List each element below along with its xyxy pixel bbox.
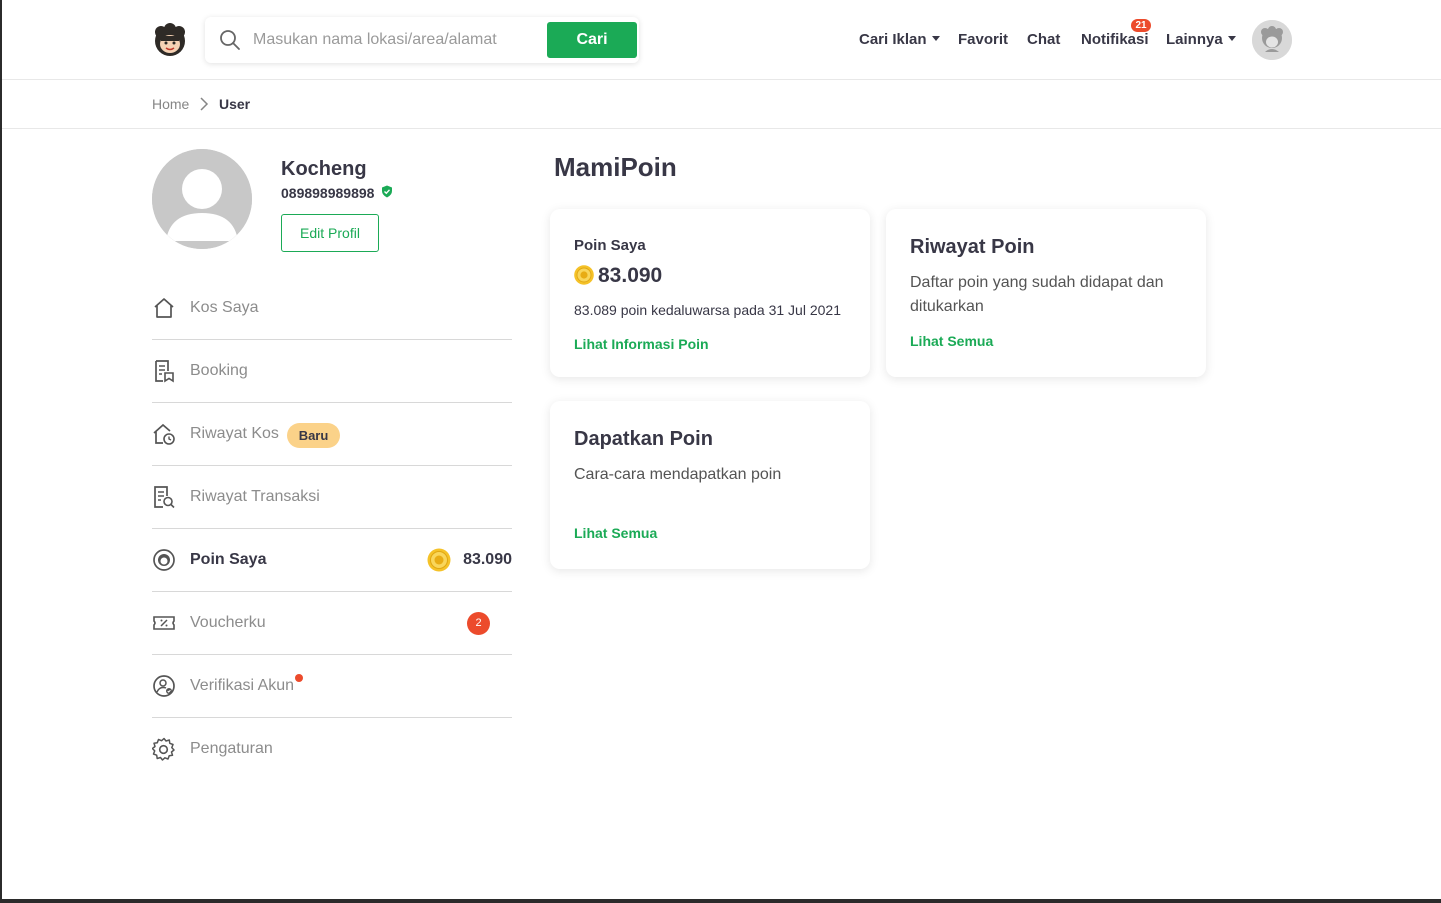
user-placeholder-icon xyxy=(152,149,252,249)
search-input[interactable] xyxy=(253,25,543,55)
profile-avatar xyxy=(152,149,252,249)
search-button[interactable]: Cari xyxy=(547,22,637,58)
nav-notifikasi[interactable]: Notifikasi 21 xyxy=(1081,19,1151,48)
lihat-informasi-poin-link[interactable]: Lihat Informasi Poin xyxy=(574,336,709,352)
chevron-right-icon xyxy=(199,97,209,111)
sidebar-item-booking[interactable]: Booking xyxy=(152,340,512,403)
nav-lainnya[interactable]: Lainnya xyxy=(1166,31,1236,48)
breadcrumb-home-link[interactable]: Home xyxy=(152,96,189,112)
transaction-history-icon xyxy=(152,485,176,509)
mamipoin-icon xyxy=(152,548,176,572)
sidebar-item-verifikasi-akun[interactable]: Verifikasi Akun xyxy=(152,655,512,718)
home-history-icon xyxy=(152,422,176,446)
sidebar-item-pengaturan[interactable]: Pengaturan xyxy=(151,718,512,781)
nav-favorit-label: Favorit xyxy=(958,31,1009,48)
nav-lainnya-label: Lainnya xyxy=(1166,31,1223,48)
sidebar-item-label: Booking xyxy=(190,362,248,379)
verification-alert-dot xyxy=(295,674,303,682)
booking-document-icon xyxy=(152,359,176,383)
points-expiry-text: 83.089 poin kedaluwarsa pada 31 Jul 2021 xyxy=(574,302,841,318)
sidebar-item-poin-saya[interactable]: Poin Saya 83.090 xyxy=(152,529,512,592)
coin-icon xyxy=(427,548,451,572)
sidebar-menu: Kos Saya Booking Riwayat Kos Riwayat Tra… xyxy=(151,277,512,781)
caret-down-icon xyxy=(1227,36,1236,41)
nav-chat-label: Chat xyxy=(1027,31,1061,48)
window-frame-left xyxy=(0,0,2,903)
gear-icon xyxy=(151,737,176,761)
voucher-count-badge: 2 xyxy=(467,612,490,635)
edit-profile-button[interactable]: Edit Profil xyxy=(281,214,379,252)
sidebar-item-label: Voucherku xyxy=(190,614,266,631)
nav-favorit[interactable]: Favorit xyxy=(958,31,1008,48)
history-card-description: Daftar poin yang sudah didapat dan dituk… xyxy=(910,274,1164,315)
history-card-title: Riwayat Poin xyxy=(910,236,1035,258)
sidebar-item-label: Riwayat Transaksi xyxy=(190,488,320,505)
verified-shield-icon xyxy=(381,185,393,198)
nav-chat[interactable]: Chat xyxy=(1027,31,1060,48)
user-verify-icon xyxy=(152,674,176,698)
notification-count-badge: 21 xyxy=(1131,19,1151,32)
points-history-card: Riwayat Poin Daftar poin yang sudah dida… xyxy=(886,209,1206,377)
mamikos-logo-icon[interactable] xyxy=(152,22,188,58)
points-card-label: Poin Saya xyxy=(574,237,646,254)
window-frame-bottom xyxy=(0,899,1441,903)
sidebar-item-label: Riwayat Kos xyxy=(190,425,279,442)
breadcrumb-current: User xyxy=(219,96,251,112)
points-card-value: 83.090 xyxy=(598,264,663,287)
nav-cari-iklan[interactable]: Cari Iklan xyxy=(859,31,940,48)
sidebar-item-kos-saya[interactable]: Kos Saya xyxy=(152,277,512,340)
baru-badge: Baru xyxy=(287,423,340,448)
top-header: Cari Cari Iklan Favorit Chat Notifikasi … xyxy=(2,0,1441,80)
caret-down-icon xyxy=(931,36,940,41)
sidebar-item-label: Pengaturan xyxy=(190,740,273,757)
profile-phone: 089898989898 xyxy=(281,185,375,201)
user-avatar-button[interactable] xyxy=(1252,20,1292,60)
earn-card-title: Dapatkan Poin xyxy=(574,428,713,450)
coin-icon xyxy=(574,265,594,285)
earn-points-card: Dapatkan Poin Cara-cara mendapatkan poin… xyxy=(550,401,870,569)
search-box: Cari xyxy=(205,17,639,63)
sidebar-item-riwayat-transaksi[interactable]: Riwayat Transaksi xyxy=(152,466,512,529)
home-icon xyxy=(152,296,176,320)
sidebar-item-voucherku[interactable]: Voucherku 2 xyxy=(152,592,512,655)
points-card: Poin Saya 83.090 83.089 poin kedaluwarsa… xyxy=(550,209,870,377)
earn-lihat-semua-link[interactable]: Lihat Semua xyxy=(574,525,657,541)
page-title: MamiPoin xyxy=(554,152,677,182)
breadcrumb: Home User xyxy=(2,80,1441,129)
sidebar-item-label: Verifikasi Akun xyxy=(190,677,295,694)
sidebar-item-label: Kos Saya xyxy=(190,299,259,316)
nav-cari-iklan-label: Cari Iklan xyxy=(859,31,927,48)
search-icon xyxy=(219,29,241,51)
sidebar-item-label: Poin Saya xyxy=(190,551,267,568)
avatar-icon xyxy=(1252,20,1292,60)
profile-name: Kocheng xyxy=(281,158,367,180)
poin-saya-value: 83.090 xyxy=(463,551,512,568)
nav-notifikasi-label: Notifikasi xyxy=(1081,31,1149,48)
voucher-icon xyxy=(152,611,176,635)
earn-card-description: Cara-cara mendapatkan poin xyxy=(574,466,782,483)
history-lihat-semua-link[interactable]: Lihat Semua xyxy=(910,333,993,349)
